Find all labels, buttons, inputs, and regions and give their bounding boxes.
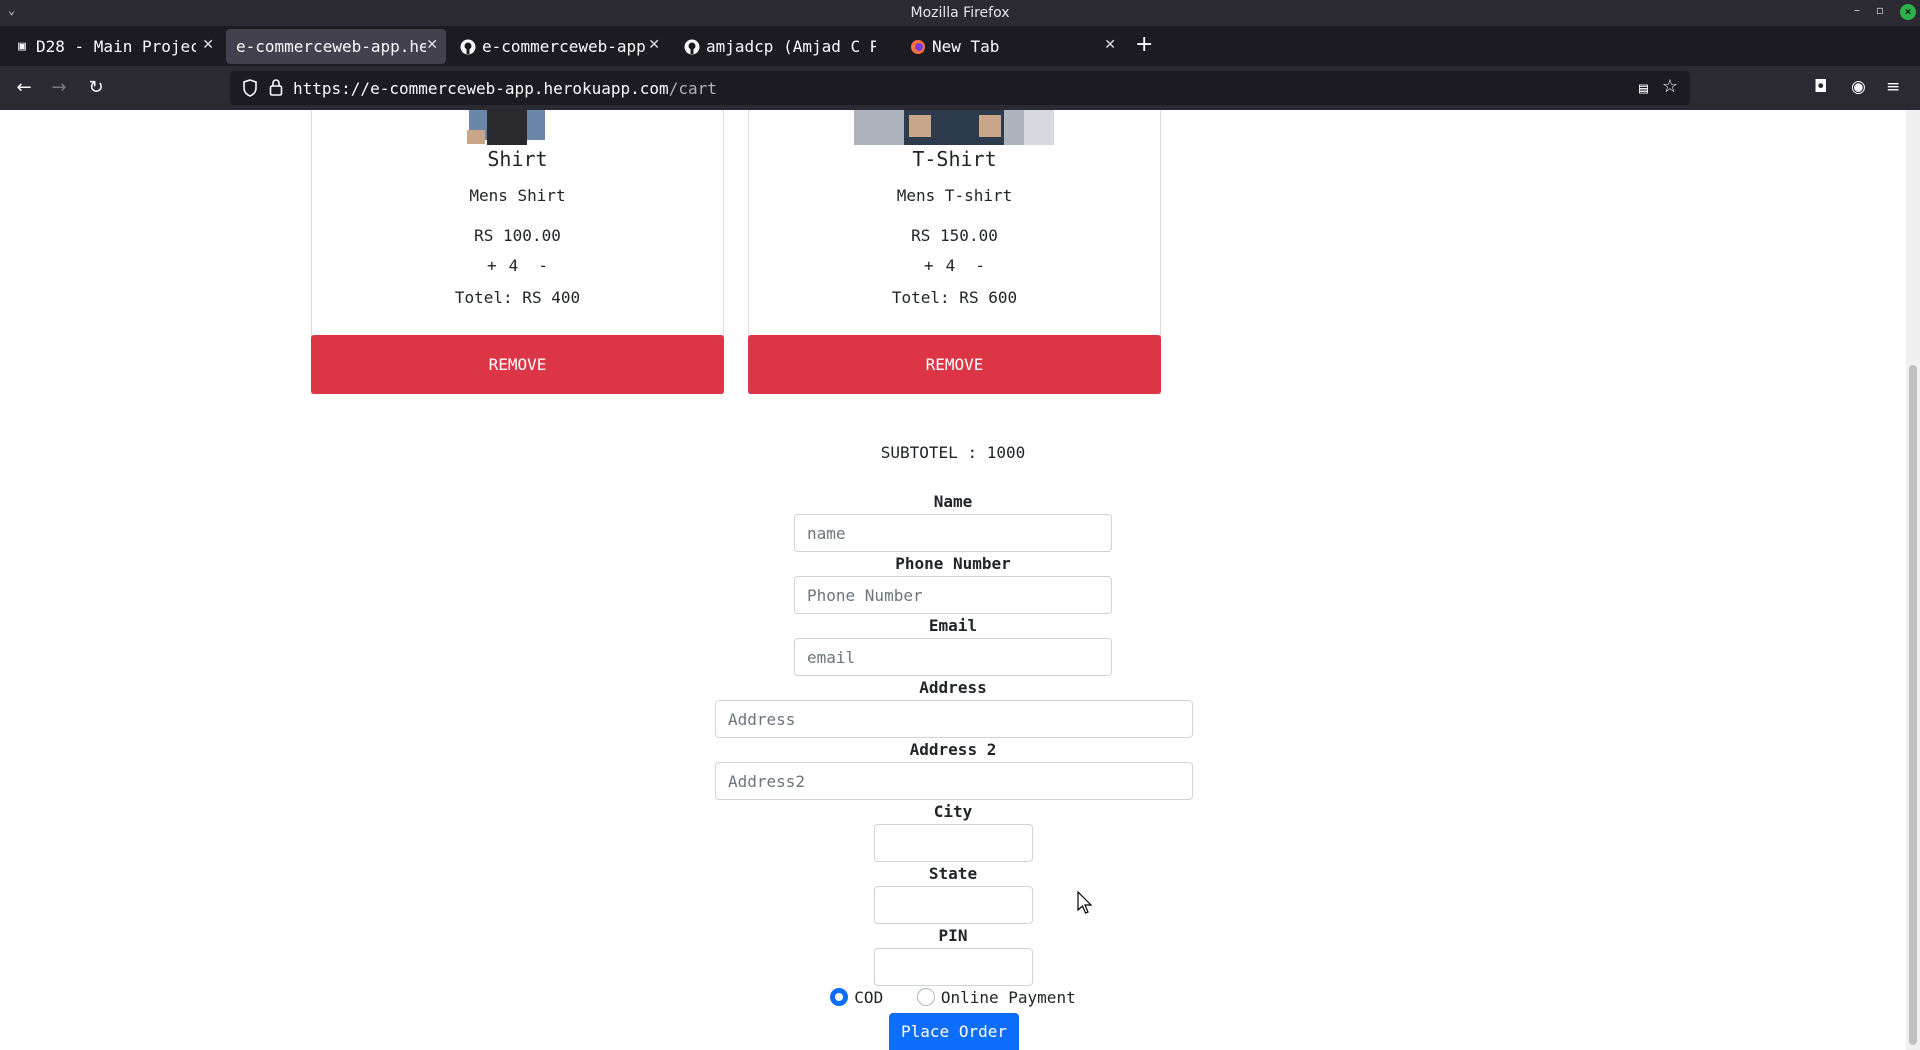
name-label: Name xyxy=(933,492,973,511)
tab-label: e-commerceweb-app/README.md xyxy=(482,37,647,56)
subtotal: SUBTOTEL : 1000 xyxy=(880,443,1026,462)
tracking-shield-icon[interactable] xyxy=(242,79,258,97)
pin-label: PIN xyxy=(938,926,968,945)
pin-field[interactable] xyxy=(874,948,1033,986)
phone-field[interactable] xyxy=(794,576,1112,614)
product-price: RS 100.00 xyxy=(474,226,561,245)
remove-button[interactable]: REMOVE xyxy=(311,335,724,394)
email-field[interactable] xyxy=(794,638,1112,676)
quantity-stepper: +4- xyxy=(749,256,1160,275)
product-image xyxy=(854,110,1054,145)
document-icon: ▣ xyxy=(18,39,26,54)
tab-label: D28 - Main Project xyxy=(36,37,196,56)
product-description: Mens T-shirt xyxy=(896,186,1013,205)
address2-label: Address 2 xyxy=(909,740,997,759)
account-icon[interactable]: ◉ xyxy=(1851,77,1866,97)
product-description: Mens Shirt xyxy=(469,186,566,205)
online-payment-label: Online Payment xyxy=(940,988,1076,1007)
url-host: https://e-commerceweb-app.herokuapp.com xyxy=(293,79,669,98)
product-title: Shirt xyxy=(487,147,548,171)
reader-view-icon[interactable]: ▤ xyxy=(1639,79,1648,97)
pocket-icon[interactable]: ◘ xyxy=(1814,77,1827,97)
hamburger-menu-icon[interactable]: ≡ xyxy=(1886,77,1900,97)
window-titlebar: ⌄ Mozilla Firefox – ▫ × xyxy=(0,0,1920,26)
quantity-value: 4 xyxy=(508,256,519,275)
url-path: /cart xyxy=(668,79,717,98)
forward-arrow-icon[interactable]: → xyxy=(47,76,71,100)
quantity-minus-button[interactable]: - xyxy=(524,256,554,275)
payment-options: COD Online Payment xyxy=(0,988,1906,1007)
online-payment-radio[interactable] xyxy=(916,988,935,1006)
quantity-plus-button[interactable]: + xyxy=(481,256,503,275)
product-image xyxy=(457,110,557,145)
window-title: Mozilla Firefox xyxy=(910,5,1010,21)
phone-label: Phone Number xyxy=(895,554,1011,573)
remove-button[interactable]: REMOVE xyxy=(748,335,1161,394)
bookmark-star-icon[interactable]: ☆ xyxy=(1662,76,1678,97)
tab-strip: ▣ D28 - Main Project ✕ e-commerceweb-app… xyxy=(0,26,1920,66)
product-price: RS 150.00 xyxy=(911,226,998,245)
minimize-icon[interactable]: – xyxy=(1854,3,1860,17)
tab-d28-main-project[interactable]: ▣ D28 - Main Project ✕ xyxy=(4,29,222,64)
tab-amjadcp[interactable]: amjadcp (Amjad C P) xyxy=(674,29,892,64)
cart-item-card: Shirt Mens Shirt RS 100.00 +4- Totel: RS… xyxy=(311,110,724,394)
quantity-plus-button[interactable]: + xyxy=(918,256,940,275)
cart-item-card: T-Shirt Mens T-shirt RS 150.00 +4- Totel… xyxy=(748,110,1161,394)
firefox-icon xyxy=(910,39,926,55)
tab-label: amjadcp (Amjad C P) xyxy=(706,37,876,56)
address-field[interactable] xyxy=(715,700,1193,738)
tab-label: New Tab xyxy=(932,37,1000,56)
back-arrow-icon[interactable]: ← xyxy=(12,76,36,100)
product-total: Totel: RS 600 xyxy=(891,288,1018,307)
cod-label: COD xyxy=(854,988,884,1007)
lock-icon[interactable] xyxy=(268,78,284,96)
email-label: Email xyxy=(928,616,978,635)
place-order-button[interactable]: Place Order xyxy=(889,1013,1019,1050)
product-total: Totel: RS 400 xyxy=(454,288,581,307)
github-icon xyxy=(460,39,476,55)
tab-close-icon[interactable]: ✕ xyxy=(1104,37,1116,53)
tab-cart[interactable]: e-commerceweb-app.herokuapp.com/cart ✕ xyxy=(226,29,446,64)
address2-field[interactable] xyxy=(715,762,1193,800)
tab-new-tab[interactable]: New Tab ✕ xyxy=(900,29,1124,64)
tab-label: e-commerceweb-app.herokuapp.com/cart xyxy=(236,37,426,56)
payment-option-cod[interactable]: COD xyxy=(830,988,883,1007)
quantity-minus-button[interactable]: - xyxy=(961,256,991,275)
state-label: State xyxy=(928,864,978,883)
restore-icon[interactable]: ▫ xyxy=(1876,3,1884,17)
address-label: Address xyxy=(919,678,987,697)
quantity-value: 4 xyxy=(945,256,956,275)
tab-close-icon[interactable]: ✕ xyxy=(648,37,660,53)
scrollbar-thumb[interactable] xyxy=(1909,365,1917,1045)
address-bar[interactable]: https://e-commerceweb-app.herokuapp.com/… xyxy=(230,71,1690,105)
state-field[interactable] xyxy=(874,886,1033,924)
url-text[interactable]: https://e-commerceweb-app.herokuapp.com/… xyxy=(293,79,717,98)
navigation-toolbar: ← → ↻ https://e-commerceweb-app.herokuap… xyxy=(0,66,1920,110)
new-tab-plus-icon[interactable]: + xyxy=(1135,34,1153,56)
github-icon xyxy=(684,39,700,55)
city-field[interactable] xyxy=(874,824,1033,862)
quantity-stepper: +4- xyxy=(312,256,723,275)
tab-readme[interactable]: e-commerceweb-app/README.md ✕ xyxy=(450,29,668,64)
name-field[interactable] xyxy=(794,514,1112,552)
page-viewport: Shirt Mens Shirt RS 100.00 +4- Totel: RS… xyxy=(0,110,1906,1050)
reload-icon[interactable]: ↻ xyxy=(84,76,108,100)
product-title: T-Shirt xyxy=(912,147,997,171)
cod-radio[interactable] xyxy=(830,988,849,1006)
page-scrollbar[interactable] xyxy=(1906,110,1920,1050)
payment-option-online[interactable]: Online Payment xyxy=(916,988,1076,1007)
tab-close-icon[interactable]: ✕ xyxy=(426,37,438,53)
window-close-icon[interactable]: × xyxy=(1900,4,1916,20)
mouse-cursor-icon xyxy=(1077,891,1093,914)
tab-close-icon[interactable]: ✕ xyxy=(202,37,214,53)
city-label: City xyxy=(933,802,973,821)
